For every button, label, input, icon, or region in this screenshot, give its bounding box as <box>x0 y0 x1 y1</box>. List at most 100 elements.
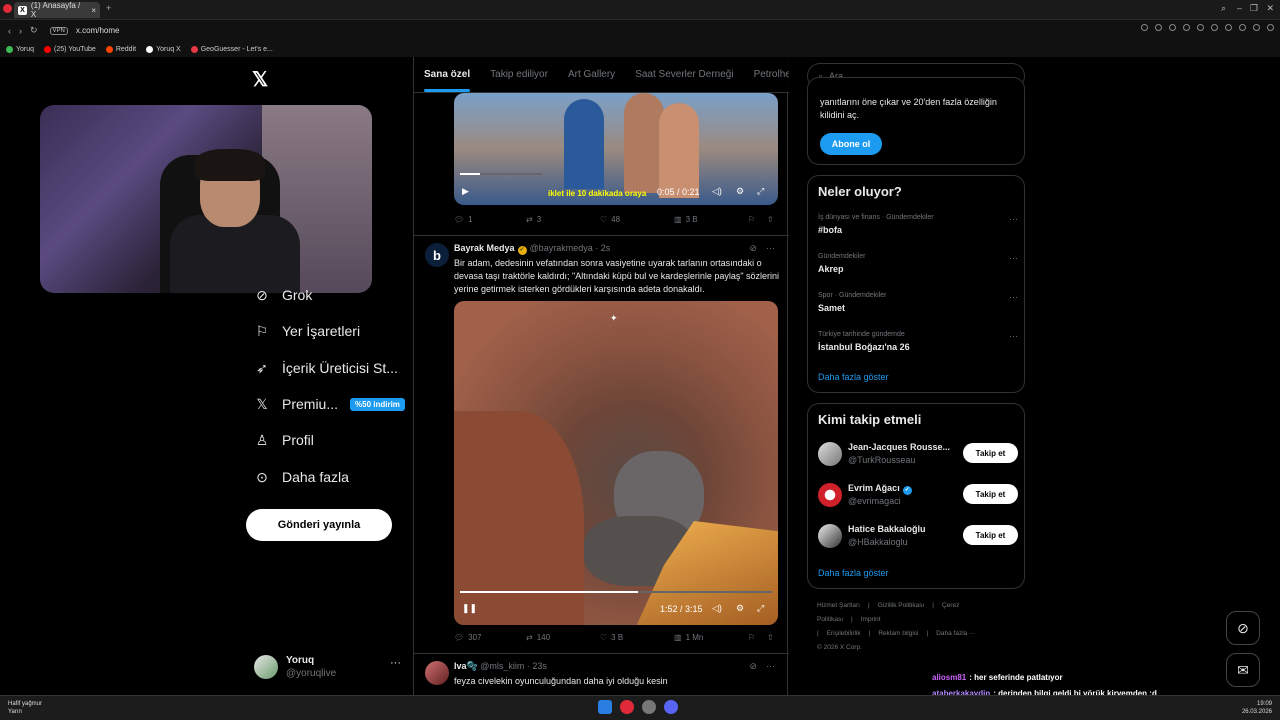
bookmark-item[interactable]: Yoruq X <box>146 45 181 53</box>
ai-icon[interactable] <box>1267 24 1274 31</box>
footer-link[interactable]: © 2026 X Corp. <box>817 644 862 651</box>
video-settings-icon[interactable]: ⚙ <box>736 186 744 197</box>
follow-button[interactable]: Takip et <box>963 484 1018 504</box>
volume-icon[interactable]: ◁) <box>712 186 722 197</box>
follow-suggestion[interactable]: Jean-Jacques Rousse... @TurkRousseau Takip… <box>818 440 1018 470</box>
tweet-video[interactable]: ✦ ❚❚ 1:52 / 3:15 ◁) ⚙ ⤢ <box>454 301 778 625</box>
author-name[interactable]: Iva🫧 <box>454 661 478 671</box>
opera-gx-icon[interactable] <box>620 700 634 714</box>
like-button[interactable]: ♡ 3 B <box>600 633 623 642</box>
x-logo-icon[interactable]: 𝕏 <box>252 67 268 92</box>
reply-button[interactable]: 💬︎ 1 <box>454 215 473 224</box>
video-settings-icon[interactable]: ⚙ <box>736 603 744 614</box>
footer-link[interactable]: Hizmet Şartları <box>817 602 860 609</box>
search-tabs-icon[interactable]: ⌕ <box>1221 3 1226 14</box>
tab-0[interactable]: Sana özel <box>424 69 471 92</box>
footer-link[interactable]: Daha fazla ··· <box>936 630 975 637</box>
bookmark-item[interactable]: Reddit <box>105 45 136 53</box>
trend-item[interactable]: İş dünyası ve finans · Gündemdekiler #bof… <box>818 214 1018 235</box>
maximize-icon[interactable]: ❐ <box>1250 3 1258 14</box>
repost-button[interactable]: ⇄ 140 <box>526 633 550 642</box>
more-dots-icon[interactable]: ··· <box>766 661 775 671</box>
trends-show-more[interactable]: Daha fazla göster <box>818 372 889 382</box>
search-icon[interactable] <box>1141 24 1148 31</box>
tweet-video[interactable]: iklet ile 10 dakikada oraya ▶ 0:05 / 0:2… <box>454 93 778 205</box>
follow-suggestion[interactable]: Evrim Ağacı ✓ @evrimagaci Takip et <box>818 481 1018 511</box>
trend-item[interactable]: Spor · Gündemdekiler Samet ··· <box>818 292 1018 313</box>
sidebar-item-grok[interactable]: ⊘ Grok <box>254 287 312 304</box>
suggestion-name[interactable]: Jean-Jacques Rousse... <box>848 442 950 452</box>
opera-logo-icon[interactable] <box>3 4 12 13</box>
close-window-icon[interactable]: ✕ <box>1266 3 1274 14</box>
sidebar-item-rocket[interactable]: ➶ İçerik Üreticisi St... <box>254 360 398 377</box>
settings-icon[interactable] <box>1253 24 1260 31</box>
sidebar-item-profile[interactable]: ♙ Profil <box>254 432 314 449</box>
footer-link[interactable]: Gizlilik Politikası <box>878 602 925 609</box>
sidebar-item-x-premium[interactable]: 𝕏 Premiu... %50 indirim <box>254 396 405 412</box>
tab-3[interactable]: Saat Severler Derneği <box>635 69 733 80</box>
minimize-icon[interactable]: – <box>1237 3 1242 13</box>
follow-suggestion[interactable]: Hatice Bakkaloğlu @HBakkaloglu Takip et <box>818 522 1018 552</box>
author-handle[interactable]: @bayrakmedya <box>530 243 593 253</box>
weather-widget[interactable]: Hafif yağmur Yarın <box>8 700 42 716</box>
author-handle[interactable]: @mls_kiim <box>480 661 524 671</box>
footer-link[interactable]: Erişilebilirlik <box>827 630 861 637</box>
trend-item[interactable]: Türkiye tarihinde gündemde İstanbul Boğaz… <box>818 331 1018 352</box>
author-name[interactable]: Bayrak Medya <box>454 243 515 253</box>
share-icon[interactable]: ⇧ <box>767 215 774 224</box>
windows-start-icon[interactable] <box>598 700 612 714</box>
avatar[interactable] <box>818 483 842 507</box>
repost-button[interactable]: ⇄ 3 <box>526 215 541 224</box>
avatar[interactable] <box>818 524 842 548</box>
tab-4[interactable]: Petrolhea <box>754 69 789 80</box>
views-button[interactable]: ▥ 1 Mn <box>674 633 703 642</box>
volume-icon[interactable]: ◁) <box>712 603 722 614</box>
avatar[interactable] <box>425 661 449 685</box>
subscribe-button[interactable]: Abone ol <box>820 133 882 155</box>
heart-icon[interactable] <box>1197 24 1204 31</box>
suggestion-name[interactable]: Hatice Bakkaloğlu <box>848 524 926 534</box>
like-button[interactable]: ♡ 48 <box>600 215 620 224</box>
messages-float-icon[interactable]: ✉ <box>1226 653 1260 687</box>
play-icon[interactable]: ▶ <box>462 186 469 197</box>
avatar[interactable]: b <box>425 243 449 267</box>
suggestion-name[interactable]: Evrim Ağacı ✓ <box>848 483 912 495</box>
avatar[interactable] <box>818 442 842 466</box>
follow-show-more[interactable]: Daha fazla göster <box>818 568 889 578</box>
discord-icon[interactable] <box>664 700 678 714</box>
trend-item[interactable]: Gündemdekiler Akrep ··· <box>818 253 1018 274</box>
post-button[interactable]: Gönderi yayınla <box>246 509 392 541</box>
reply-button[interactable]: 💬︎ 307 <box>454 633 482 642</box>
follow-button[interactable]: Takip et <box>963 443 1018 463</box>
bookmark-icon[interactable]: ⚐ <box>748 215 755 224</box>
browser-tab[interactable]: X (1) Anasayfa / X × <box>14 1 100 19</box>
bookmark-item[interactable]: (25) YouTube <box>44 45 96 53</box>
more-dots-icon[interactable]: ··· <box>1009 253 1018 263</box>
bookmark-item[interactable]: GeoGuesser - Let's e... <box>190 45 273 53</box>
new-tab-icon[interactable]: + <box>106 3 111 13</box>
reload-icon[interactable]: ↻ <box>30 25 38 36</box>
share-icon[interactable]: ⇧ <box>767 633 774 642</box>
account-switcher[interactable]: Yoruq @yoruqlive ··· <box>254 653 404 683</box>
url-field[interactable]: x.com/home <box>76 26 120 35</box>
views-button[interactable]: ▥ 3 B <box>674 215 698 224</box>
pause-icon[interactable]: ❚❚ <box>462 603 477 614</box>
video-progress[interactable] <box>460 591 772 593</box>
tab-close-icon[interactable]: × <box>91 6 96 15</box>
more-dots-icon[interactable]: ··· <box>766 243 775 253</box>
fullscreen-icon[interactable]: ⤢ <box>757 603 764 614</box>
tab-2[interactable]: Art Gallery <box>568 69 615 80</box>
more-dots-icon[interactable]: ··· <box>1009 292 1018 302</box>
grok-float-icon[interactable]: ⊘ <box>1226 611 1260 645</box>
sidebar-item-bookmark[interactable]: ⚐ Yer İşaretleri <box>254 323 360 340</box>
grok-icon[interactable]: ⊘ <box>749 661 757 672</box>
footer-link[interactable]: Imprint <box>861 616 881 623</box>
forward-icon[interactable]: › <box>19 26 22 36</box>
video-progress[interactable] <box>460 173 542 175</box>
sidebar-item-more-circle[interactable]: ⊙ Daha fazla <box>254 469 349 486</box>
bookmark-icon[interactable]: ⚐ <box>748 633 755 642</box>
more-dots-icon[interactable]: ··· <box>1009 331 1018 341</box>
footer-link[interactable]: Reklam bilgisi <box>878 630 918 637</box>
profile-avatar-icon[interactable] <box>1239 24 1246 31</box>
more-dots-icon[interactable]: ··· <box>390 657 401 669</box>
